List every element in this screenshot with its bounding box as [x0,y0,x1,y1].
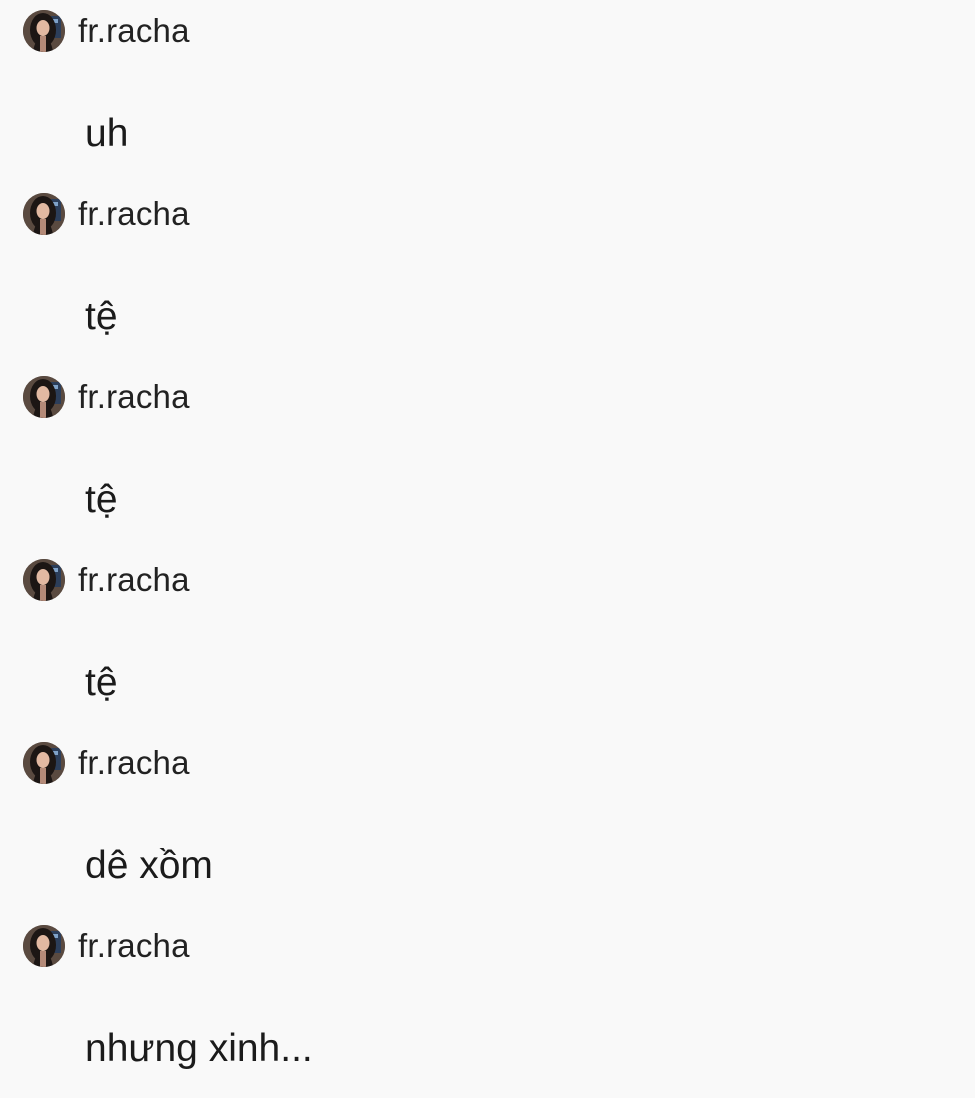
message-header: fr.racha [23,559,190,601]
avatar[interactable] [23,559,65,601]
message-item: fr.racha nhưng xinh... [0,915,975,1098]
message-item: fr.racha tệ [0,183,975,366]
message-text: tệ [85,295,118,338]
message-text: uh [85,112,129,155]
username[interactable]: fr.racha [78,193,190,235]
message-header: fr.racha [23,10,190,52]
username[interactable]: fr.racha [78,376,190,418]
message-header: fr.racha [23,742,190,784]
username[interactable]: fr.racha [78,742,190,784]
username[interactable]: fr.racha [78,559,190,601]
message-item: fr.racha tệ [0,366,975,549]
avatar[interactable] [23,742,65,784]
message-header: fr.racha [23,925,190,967]
message-text: nhưng xinh... [85,1027,313,1070]
message-header: fr.racha [23,193,190,235]
message-text: tệ [85,478,118,521]
avatar-photo-icon [23,925,65,967]
username[interactable]: fr.racha [78,925,190,967]
avatar[interactable] [23,376,65,418]
avatar-photo-icon [23,193,65,235]
username[interactable]: fr.racha [78,10,190,52]
message-text: tệ [85,661,118,704]
avatar[interactable] [23,193,65,235]
message-header: fr.racha [23,376,190,418]
avatar-photo-icon [23,376,65,418]
avatar-photo-icon [23,559,65,601]
message-list: fr.racha uh fr.racha tệ fr.racha tệ fr.r… [0,0,975,1096]
avatar[interactable] [23,925,65,967]
message-item: fr.racha uh [0,0,975,183]
message-item: fr.racha dê xồm [0,732,975,915]
message-text: dê xồm [85,844,213,887]
message-item: fr.racha tệ [0,549,975,732]
avatar-photo-icon [23,742,65,784]
avatar[interactable] [23,10,65,52]
avatar-photo-icon [23,10,65,52]
